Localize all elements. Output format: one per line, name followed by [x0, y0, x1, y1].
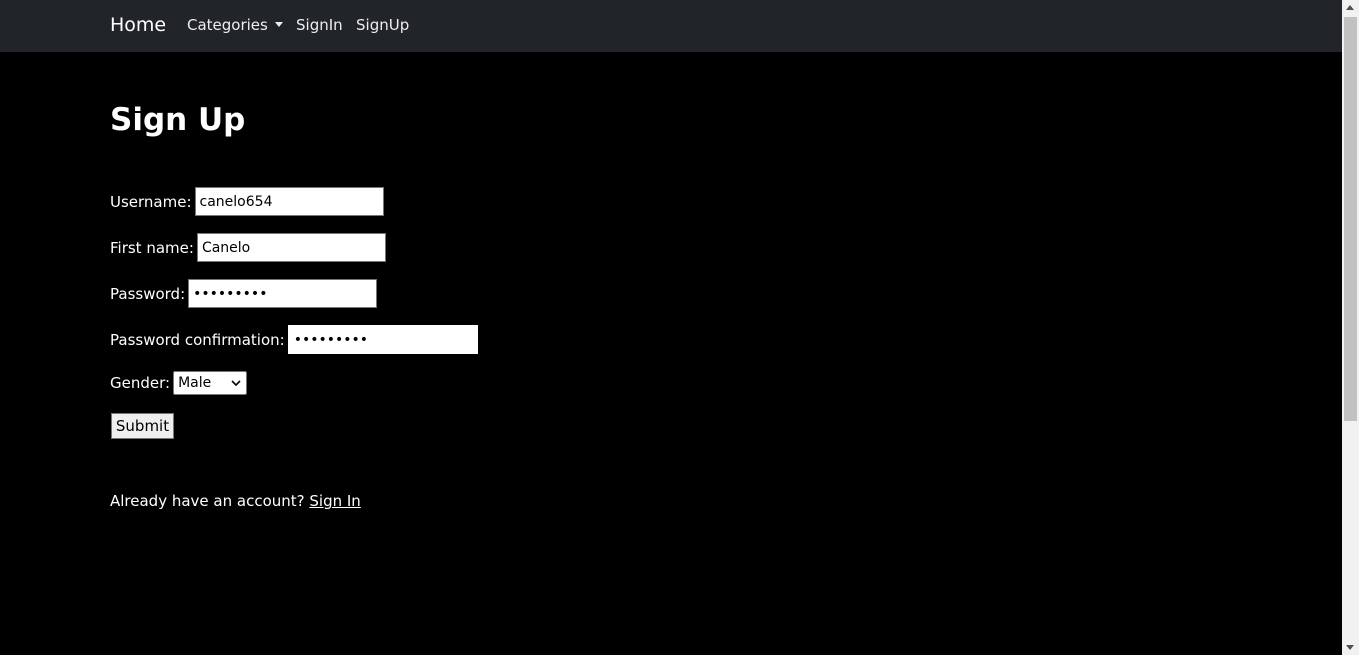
signin-prompt: Already have an account? Sign In [110, 491, 361, 511]
username-input[interactable]: canelo654 [194, 187, 384, 216]
first-name-input[interactable]: Canelo [196, 233, 386, 262]
scroll-down-arrow-icon[interactable] [1346, 645, 1354, 650]
username-label: Username: [110, 192, 192, 211]
first-name-label: First name: [110, 238, 194, 257]
nav-item-signin[interactable]: SignIn [296, 15, 343, 35]
navbar-brand-home[interactable]: Home [110, 13, 166, 37]
page: Home Categories SignIn SignUp Sign Up Us… [0, 0, 1342, 655]
submit-button[interactable]: Submit [111, 413, 174, 439]
signin-prompt-text: Already have an account? [110, 492, 310, 510]
password-row: Password: ••••••••• [110, 279, 378, 308]
dropdown-caret-icon [274, 22, 283, 27]
gender-selected-value: Male [178, 375, 212, 391]
password-confirmation-label: Password confirmation: [110, 330, 285, 349]
scrollbar-thumb[interactable] [1344, 17, 1357, 421]
signin-link[interactable]: Sign In [309, 492, 360, 510]
password-confirmation-row: Password confirmation: ••••••••• [110, 325, 478, 354]
navbar: Home Categories SignIn SignUp [0, 0, 1342, 52]
scroll-up-arrow-icon[interactable] [1346, 5, 1354, 10]
gender-row: Gender: Male [110, 371, 248, 395]
username-row: Username: canelo654 [110, 187, 384, 216]
chevron-down-icon [231, 380, 241, 387]
password-confirmation-input[interactable]: ••••••••• [287, 325, 478, 354]
first-name-row: First name: Canelo [110, 233, 386, 262]
nav-item-signup[interactable]: SignUp [356, 15, 409, 35]
gender-select[interactable]: Male [173, 371, 248, 395]
gender-label: Gender: [110, 374, 171, 392]
nav-item-categories-label: Categories [187, 16, 268, 34]
password-input[interactable]: ••••••••• [188, 279, 378, 308]
page-title: Sign Up [110, 102, 246, 138]
vertical-scrollbar[interactable] [1342, 0, 1359, 655]
password-label: Password: [110, 284, 186, 303]
nav-item-categories[interactable]: Categories [187, 15, 283, 35]
